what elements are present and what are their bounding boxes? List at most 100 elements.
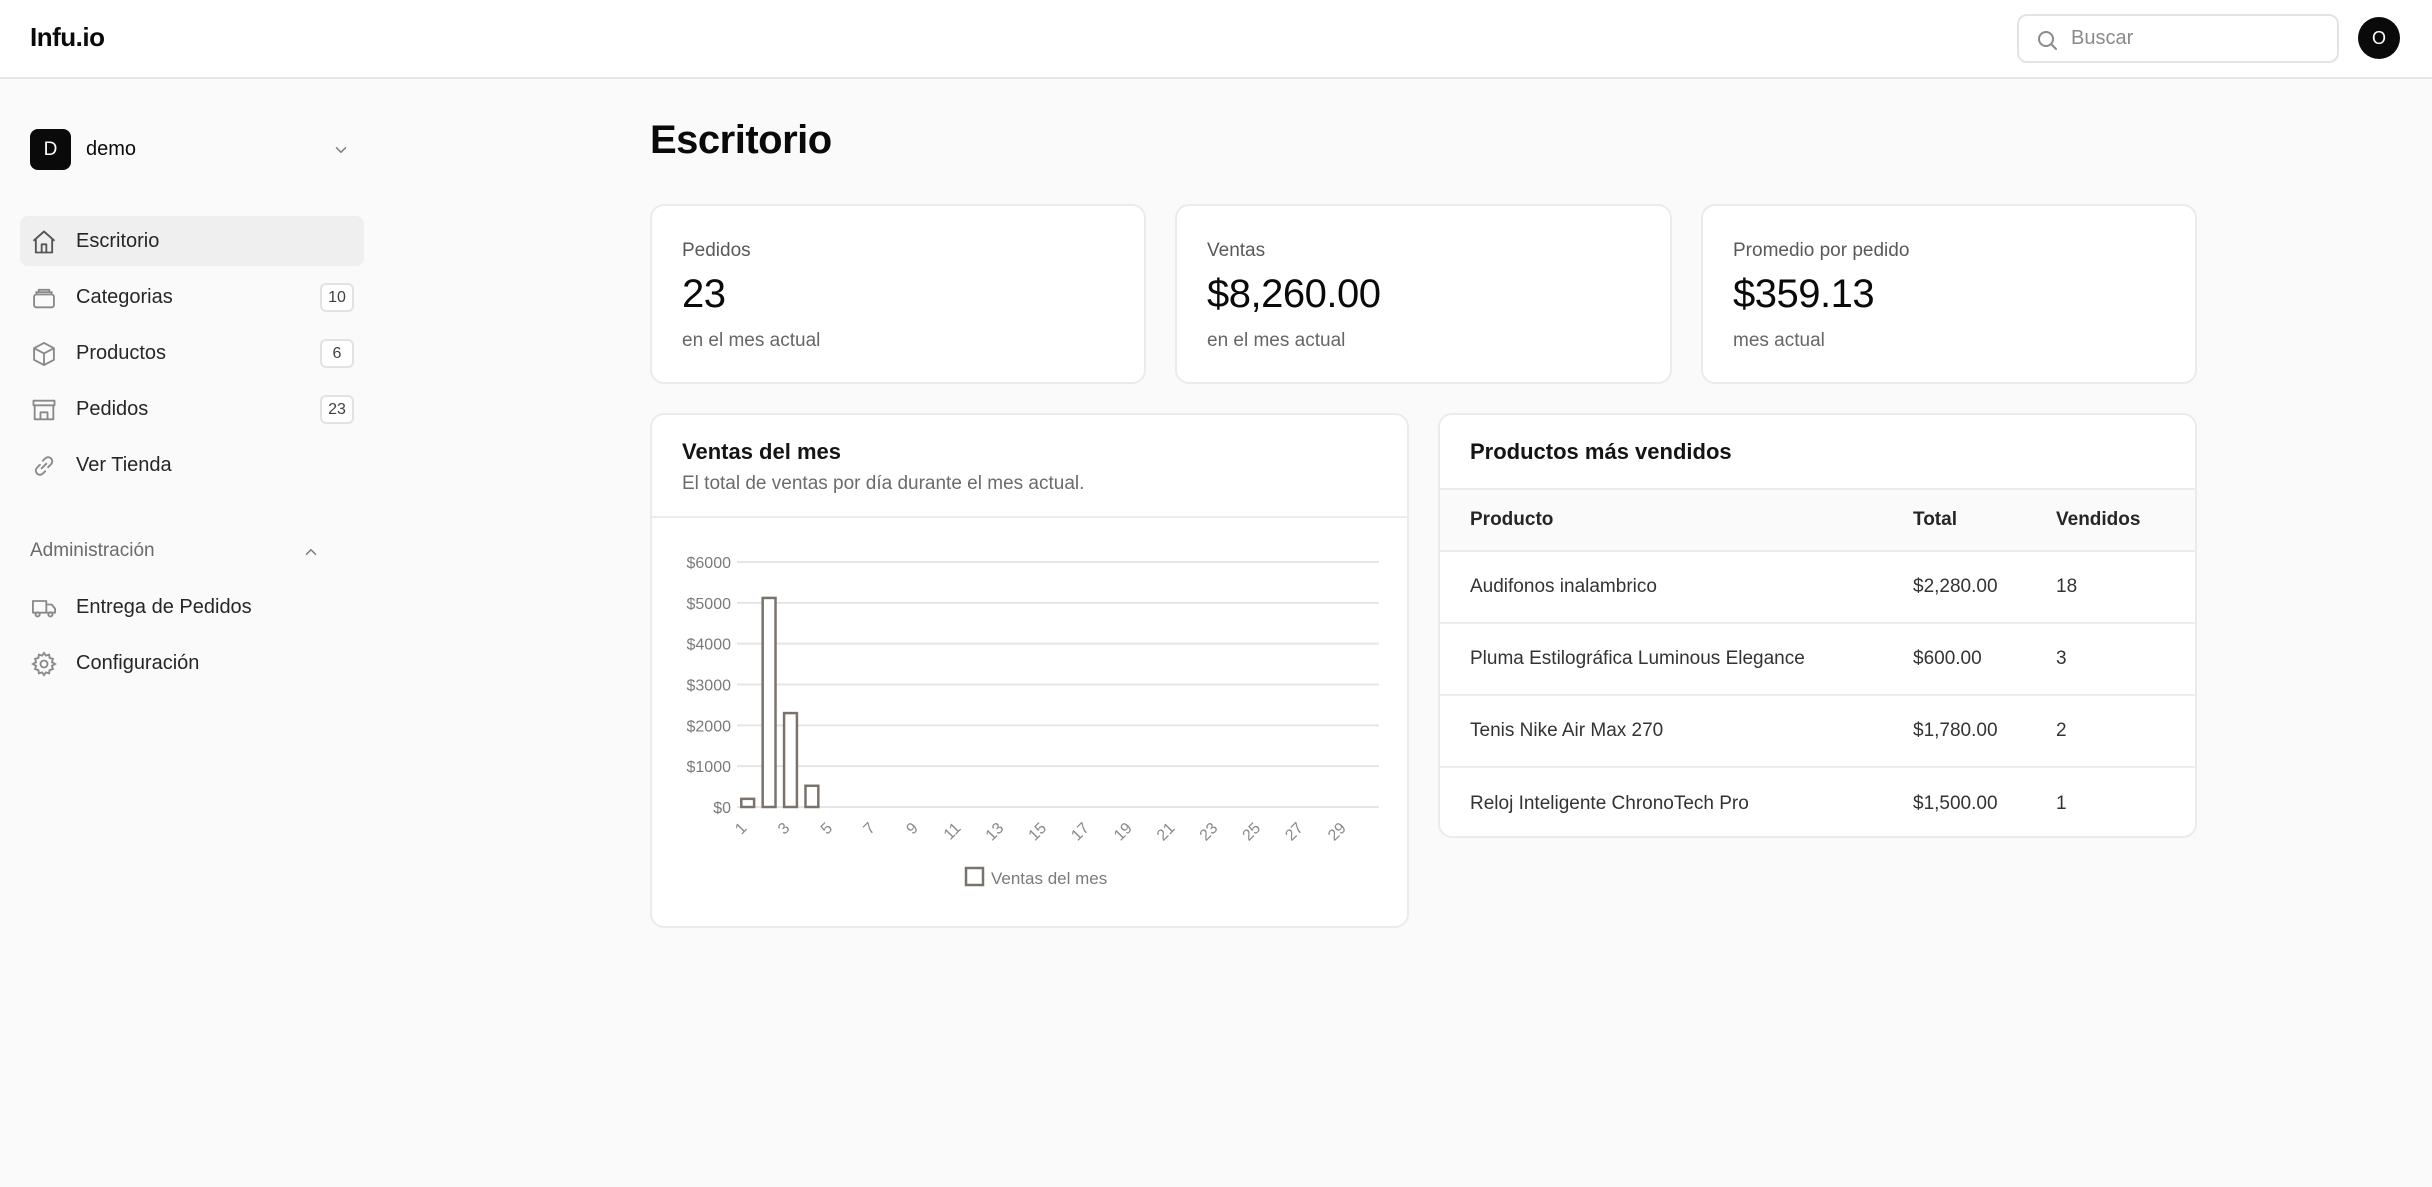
chart-bar	[761, 596, 777, 809]
sidebar-item-label: Configuración	[76, 652, 200, 674]
cell-sold: 2	[2056, 695, 2195, 768]
home-icon	[32, 230, 56, 254]
table-row[interactable]: Tenis Nike Air Max 270 $1,780.00 2	[1440, 695, 2195, 768]
y-tick-label: $3000	[687, 678, 732, 695]
sidebar-item-label: Entrega de Pedidos	[76, 596, 252, 618]
x-tick-label: 13	[983, 820, 1008, 845]
y-tick-label: $2000	[687, 718, 732, 735]
org-badge: D	[30, 129, 71, 170]
y-tick-label: $1000	[687, 759, 732, 776]
x-tick-label: 5	[818, 820, 836, 838]
x-tick-label: 9	[903, 820, 921, 838]
sales-chart-card: Ventas del mes El total de ventas por dí…	[650, 413, 1409, 928]
stat-subtitle: mes actual	[1733, 330, 1825, 351]
page-title: Escritorio	[650, 118, 832, 162]
cell-product: Audifonos inalambrico	[1440, 551, 1913, 624]
stat-label: Promedio por pedido	[1733, 240, 1910, 261]
cell-product: Reloj Inteligente ChronoTech Pro	[1470, 792, 1749, 814]
x-tick-label: 1	[732, 820, 750, 838]
x-tick-label: 11	[941, 820, 965, 844]
y-tick-label: $4000	[687, 637, 732, 654]
cell-total: $2,280.00	[1913, 551, 2056, 624]
stat-label: Ventas	[1207, 240, 1266, 261]
card-divider	[652, 516, 1407, 518]
cell-total: $1,780.00	[1913, 695, 2056, 768]
table-row[interactable]: Reloj Inteligente ChronoTech Pro $1,500.…	[1440, 767, 2195, 836]
x-tick-label: 3	[775, 820, 793, 838]
card-title: Ventas del mes	[682, 439, 841, 464]
stat-subtitle: en el mes actual	[682, 330, 821, 351]
cell-sold: 3	[2056, 623, 2195, 696]
sidebar-item-ver-tienda[interactable]: Ver Tienda	[20, 440, 364, 490]
stat-card-ventas: Ventas $8,260.00 en el mes actual	[1175, 204, 1672, 384]
user-avatar[interactable]: O	[2358, 17, 2400, 59]
link-icon	[34, 456, 54, 476]
chart-bar	[740, 797, 756, 809]
card-description: El total de ventas por día durante el me…	[682, 473, 1085, 494]
top-products-card: Productos más vendidos Producto Total Ve…	[1438, 413, 2197, 838]
chart-bar	[782, 711, 799, 809]
count-badge: 6	[320, 339, 354, 368]
legend-swatch	[964, 866, 985, 887]
legend-label: Ventas del mes	[991, 869, 1107, 888]
cell-total: $600.00	[1913, 623, 2056, 696]
stat-value: $8,260.00	[1207, 272, 1381, 316]
gear-icon	[31, 651, 57, 677]
stat-card-pedidos: Pedidos 23 en el mes actual	[650, 204, 1146, 384]
x-tick-label: 27	[1282, 820, 1307, 845]
stat-value: $359.13	[1733, 272, 1875, 316]
sales-bar-chart: $0$1000$2000$3000$4000$5000$60001 3 5 7 9 11 1…	[687, 555, 1379, 888]
truck-icon	[31, 600, 57, 618]
stat-subtitle: en el mes actual	[1207, 330, 1346, 351]
x-tick-label: 17	[1068, 820, 1093, 845]
store-icon	[32, 399, 56, 421]
x-tick-label: 25	[1240, 820, 1265, 845]
sidebar-item-label: Productos	[76, 342, 167, 364]
sidebar-item-label: Pedidos	[76, 398, 149, 420]
x-tick-label: 19	[1111, 820, 1136, 845]
stat-value: 23	[682, 272, 726, 316]
sidebar-item-pedidos[interactable]: Pedidos 23	[20, 384, 364, 434]
stat-label: Pedidos	[682, 240, 751, 261]
app-logo[interactable]: Infu.io	[30, 22, 105, 53]
sidebar-item-label: Escritorio	[76, 230, 160, 252]
cell-product: Tenis Nike Air Max 270	[1440, 695, 1913, 768]
x-tick-label: 29	[1325, 820, 1350, 845]
top-bar: Infu.io O	[0, 0, 2432, 79]
box-icon	[33, 341, 55, 367]
x-tick-label: 21	[1154, 820, 1179, 845]
count-badge: 10	[320, 283, 354, 312]
count-badge: 23	[320, 395, 354, 424]
sidebar-item-label: Categorias	[76, 286, 173, 308]
column-header-producto: Producto	[1440, 488, 1913, 552]
top-products-table: Producto Total Vendidos Audifonos inalam…	[1440, 488, 2195, 836]
sidebar-item-productos[interactable]: Productos 6	[20, 328, 364, 378]
sidebar-item-entrega-de-pedidos[interactable]: Entrega de Pedidos	[20, 582, 364, 632]
sidebar-item-label: Ver Tienda	[76, 454, 172, 476]
x-tick-label: 15	[1026, 820, 1051, 845]
y-tick-label: $0	[713, 800, 731, 817]
y-tick-label: $5000	[687, 596, 732, 613]
column-header-total: Total	[1913, 488, 2056, 552]
stat-card-promedio: Promedio por pedido $359.13 mes actual	[1701, 204, 2197, 384]
x-tick-label: 23	[1197, 820, 1222, 845]
org-name: demo	[86, 138, 137, 160]
sidebar-item-categorias[interactable]: Categorias 10	[20, 272, 364, 322]
cell-product: Pluma Estilográfica Luminous Elegance	[1440, 623, 1913, 696]
search-box[interactable]	[2017, 14, 2339, 63]
search-icon	[2038, 31, 2057, 50]
sidebar-item-escritorio[interactable]: Escritorio	[20, 216, 364, 266]
org-switcher[interactable]: D demo	[30, 129, 352, 171]
y-tick-label: $6000	[687, 555, 732, 572]
table-row[interactable]: Pluma Estilográfica Luminous Elegance $6…	[1440, 623, 2195, 696]
layers-icon	[33, 288, 55, 309]
card-title: Productos más vendidos	[1470, 439, 1732, 464]
cell-sold: 1	[2056, 792, 2067, 814]
search-input[interactable]	[2071, 16, 2321, 61]
table-row[interactable]: Audifonos inalambrico $2,280.00 18	[1440, 551, 2195, 624]
table-header-row: Producto Total Vendidos	[1440, 488, 2195, 552]
sidebar-item-configuracion[interactable]: Configuración	[20, 638, 364, 688]
chart-bar	[804, 784, 820, 809]
chevron-up-icon[interactable]	[302, 543, 320, 561]
chevron-down-icon	[335, 147, 347, 153]
